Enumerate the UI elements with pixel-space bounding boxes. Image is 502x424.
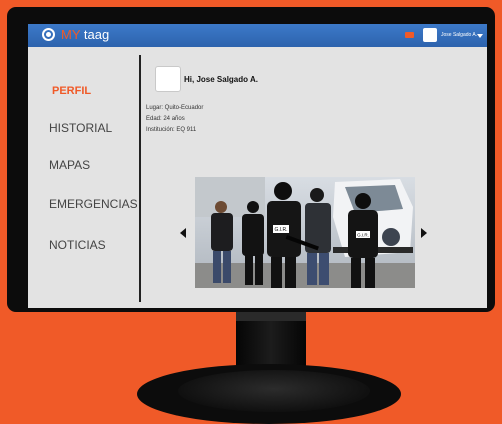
arrow-left-icon[interactable]	[180, 228, 186, 238]
user-avatar[interactable]	[423, 28, 437, 42]
sidebar-item-historial[interactable]: HISTORIAL	[49, 121, 112, 135]
app-screen: MY taag Jose Salgado A. PERFIL HISTORIAL…	[28, 24, 487, 308]
arrow-right-icon[interactable]	[421, 228, 427, 238]
logo-taag: taag	[83, 27, 110, 42]
profile-avatar[interactable]	[155, 66, 181, 92]
sidebar-item-noticias[interactable]: NOTICIAS	[49, 238, 106, 252]
patch-gir-1: G.I.R.	[274, 227, 287, 233]
monitor-neck-highlight	[236, 312, 306, 321]
taag-logo-icon	[42, 28, 55, 41]
monitor-base-top	[178, 370, 370, 412]
profile-age: Edad: 24 años	[146, 116, 185, 122]
news-photo-image: G.I.R. G.I.R.	[195, 177, 415, 288]
patch-gir-2: G.I.R.	[357, 233, 369, 238]
top-bar: MY taag Jose Salgado A.	[28, 24, 487, 47]
logo-my: MY	[61, 27, 81, 42]
app-logo[interactable]: MY taag	[61, 27, 109, 43]
sidebar-divider	[139, 55, 141, 302]
sidebar-item-mapas[interactable]: MAPAS	[49, 158, 90, 172]
sidebar-item-emergencias[interactable]: EMERGENCIAS	[49, 197, 138, 211]
profile-institution: Institución: EQ 911	[146, 127, 197, 133]
profile-location: Lugar: Quito-Ecuador	[146, 105, 204, 111]
monitor-bezel: MY taag Jose Salgado A. PERFIL HISTORIAL…	[7, 7, 495, 312]
sidebar-item-perfil[interactable]: PERFIL	[52, 84, 91, 98]
news-photo[interactable]: G.I.R. G.I.R.	[195, 177, 415, 288]
notification-icon[interactable]	[405, 32, 414, 38]
user-name[interactable]: Jose Salgado A.	[441, 31, 477, 39]
profile-greeting: Hi, Jose Salgado A.	[184, 75, 258, 84]
chevron-down-icon[interactable]	[477, 34, 483, 38]
